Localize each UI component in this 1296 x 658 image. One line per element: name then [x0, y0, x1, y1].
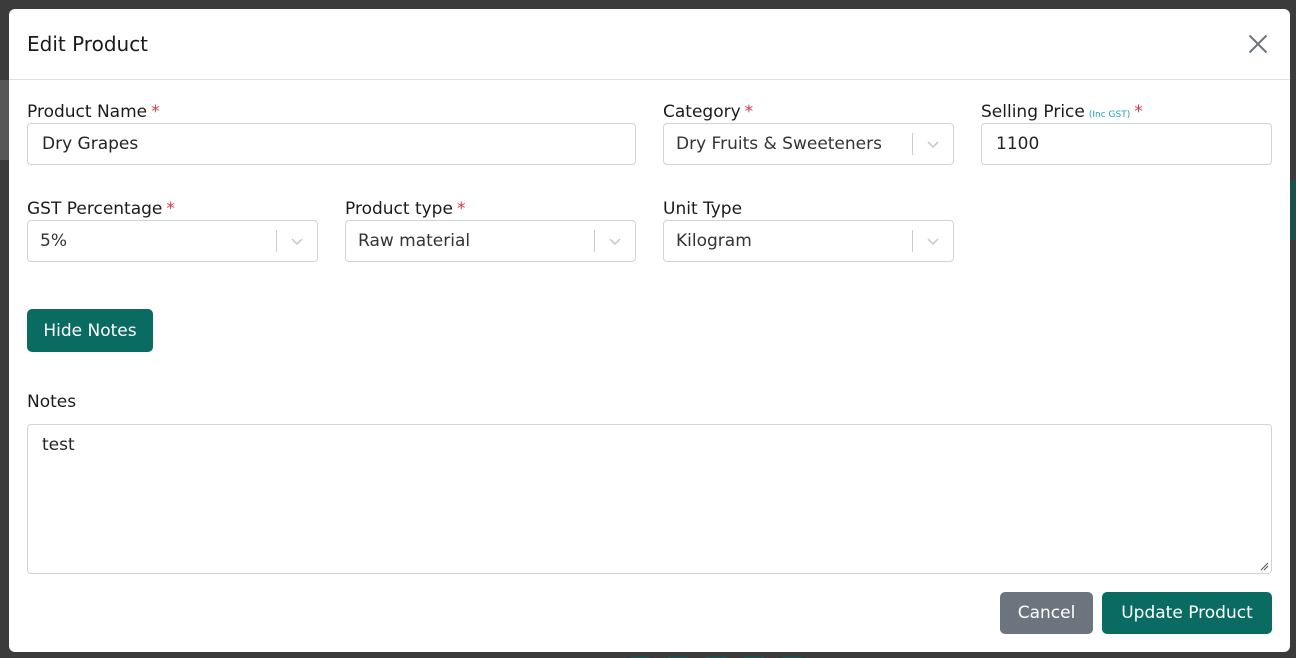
chevron-down-icon[interactable]	[277, 233, 317, 249]
gst-percentage-value: 5%	[40, 231, 67, 251]
chevron-down-icon[interactable]	[595, 233, 635, 249]
unit-type-select[interactable]: Kilogram	[663, 220, 954, 262]
product-type-select[interactable]: Raw material	[345, 220, 636, 262]
gst-percentage-label: GST Percentage *	[27, 199, 175, 219]
update-product-button[interactable]: Update Product	[1102, 592, 1272, 634]
category-select[interactable]: Dry Fruits & Sweeteners	[663, 123, 954, 165]
product-type-field: Product type * Raw material	[345, 197, 636, 263]
category-value: Dry Fruits & Sweeteners	[676, 134, 882, 154]
selling-price-field: Selling Price (Inc GST) * 1100	[981, 100, 1272, 166]
chevron-down-icon[interactable]	[913, 233, 953, 249]
selling-price-input[interactable]: 1100	[981, 123, 1272, 165]
category-field: Category * Dry Fruits & Sweeteners	[663, 100, 954, 166]
unit-type-field: Unit Type Kilogram	[663, 197, 954, 263]
gst-percentage-select[interactable]: 5%	[27, 220, 318, 262]
unit-type-label: Unit Type	[663, 199, 743, 219]
inc-gst-hint: (Inc GST)	[1088, 110, 1131, 120]
modal-header: Edit Product	[9, 9, 1290, 80]
resize-grip-icon[interactable]	[1260, 562, 1269, 571]
notes-value: test	[42, 435, 75, 455]
selling-price-label: Selling Price (Inc GST) *	[981, 102, 1143, 122]
product-name-label: Product Name *	[27, 102, 160, 122]
notes-label: Notes	[27, 392, 77, 412]
modal-title: Edit Product	[27, 32, 149, 56]
gst-percentage-field: GST Percentage * 5%	[27, 197, 318, 263]
product-type-label: Product type *	[345, 199, 466, 219]
product-name-field: Product Name * Dry Grapes	[27, 100, 636, 166]
chevron-down-icon[interactable]	[913, 136, 953, 152]
product-type-value: Raw material	[358, 231, 471, 251]
notes-textarea[interactable]: test	[27, 424, 1272, 574]
backdrop-left-strip	[0, 80, 9, 160]
close-icon[interactable]	[1246, 32, 1270, 56]
product-name-input[interactable]: Dry Grapes	[27, 123, 636, 165]
cancel-button[interactable]: Cancel	[1000, 592, 1093, 634]
unit-type-value: Kilogram	[676, 231, 752, 251]
category-label: Category *	[663, 102, 754, 122]
edit-product-modal: Edit Product Product Name * Dry Grapes Ca…	[9, 9, 1290, 652]
hide-notes-button[interactable]: Hide Notes	[27, 309, 153, 352]
